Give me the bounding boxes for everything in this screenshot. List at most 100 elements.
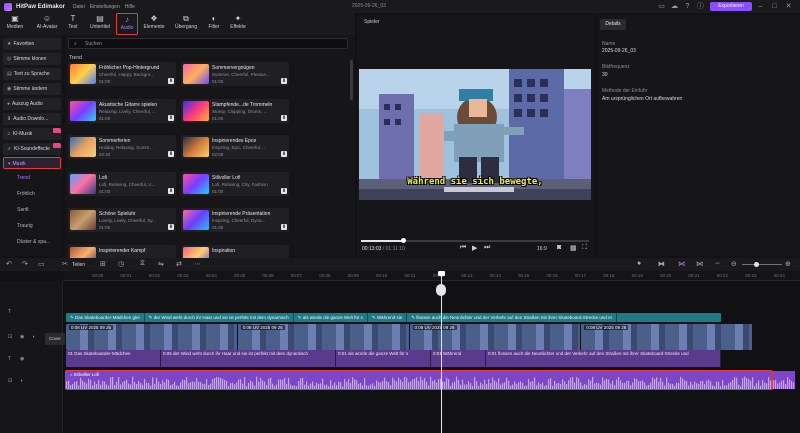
zoom-in-icon[interactable]: ⊕ <box>785 260 791 268</box>
video-preview[interactable]: Während sie sich bewegte, <box>359 69 591 200</box>
caption-clip[interactable]: 0:05 der Wind weht durch ihr Haar und si… <box>161 350 336 367</box>
subtitle-clip[interactable]: ✎ der Wind weht durch ihr Haar und sie i… <box>145 313 294 322</box>
close-icon[interactable]: ✕ <box>784 2 793 11</box>
music-category-gentle[interactable]: Sanft <box>17 207 29 213</box>
snapshot-icon[interactable]: ◙ <box>557 244 561 251</box>
download-icon[interactable]: ⬇ <box>281 78 287 84</box>
tool-ai-avatar[interactable]: ☺ AI-Avatar <box>30 13 64 35</box>
screen-icon[interactable]: ▭ <box>657 2 666 11</box>
music-card[interactable]: Sommervergnügen Summer, Cheerful, Pleasur… <box>181 62 289 86</box>
music-card[interactable]: Stampfende...de Trommeln Stomp, Clapping,… <box>181 98 289 123</box>
play-icon[interactable]: ▶ <box>472 244 477 252</box>
sidebar-item-tts[interactable]: ▤ Text zu Sprache <box>3 68 61 80</box>
music-card[interactable]: Lofi Lofi, Relaxing, Cheerful, U... 01:00 ⬇ <box>68 171 176 196</box>
next-frame-icon[interactable]: ⏭ <box>484 244 490 252</box>
music-clip-extension[interactable] <box>773 371 795 389</box>
link-icon[interactable]: ⧓ <box>658 260 665 268</box>
sidebar-item-voice-clone[interactable]: ◎ Stimme klonen <box>3 53 61 65</box>
zoom-slider[interactable] <box>742 264 782 265</box>
search-input[interactable]: ⌕ Suchen <box>68 38 348 49</box>
redo-icon[interactable]: ↷ <box>22 260 28 268</box>
download-icon[interactable]: ⬇ <box>168 224 174 230</box>
download-icon[interactable]: ⬇ <box>281 151 287 157</box>
playhead-handle[interactable] <box>436 284 446 296</box>
download-icon[interactable]: ⬇ <box>168 151 174 157</box>
snap-icon[interactable]: ⋈ <box>696 260 703 268</box>
menu-help[interactable]: Hilfe <box>125 4 135 10</box>
music-card[interactable]: Schöne Spieluhr Lovely, Lively, Cheerful,… <box>68 208 176 232</box>
sidebar-item-voice-change[interactable]: ◉ Stimme ändern <box>3 83 61 95</box>
subtitle-clip[interactable]: ✎ flossen auch die Neonlichter und der V… <box>407 313 618 322</box>
help-icon[interactable]: ? <box>683 2 692 11</box>
cover-button[interactable]: Cover <box>45 333 65 345</box>
caption-clip[interactable]: 0:01 als würde die ganze Welt für s <box>336 350 431 367</box>
caption-track[interactable]: 01 Das Skateboarder-Mädchen 0:05 der Wind… <box>66 350 721 367</box>
scrubber-handle[interactable] <box>401 238 406 243</box>
tool-subtitle[interactable]: ▤ Untertitel <box>84 13 116 35</box>
freeze-icon[interactable]: ⧖ <box>140 260 145 268</box>
music-card[interactable]: Stilvoller Lofi Lofi, Relaxing, City, Fas… <box>181 171 289 196</box>
cloud-icon[interactable]: ☁ <box>670 2 679 11</box>
download-icon[interactable]: ⬇ <box>281 224 287 230</box>
tab-details[interactable]: Details <box>600 19 626 30</box>
music-card[interactable]: Fröhlicher Pop-Hintergrund Cheerful, Happ… <box>68 62 176 86</box>
caption-track-eye-icon[interactable]: ◉ <box>20 356 24 362</box>
reverse-icon[interactable]: ⇄ <box>176 260 182 268</box>
playback-scrubber[interactable] <box>361 238 589 243</box>
music-card[interactable]: Inspirierende Präsentation Inspiring, Che… <box>181 208 289 232</box>
download-icon[interactable]: ⬇ <box>168 187 174 194</box>
zoom-slider-handle[interactable] <box>754 262 759 267</box>
download-icon[interactable]: ⬇ <box>281 187 287 194</box>
mirror-icon[interactable]: ⇋ <box>158 260 164 268</box>
download-icon[interactable]: ⬇ <box>281 114 287 121</box>
subtitle-clip[interactable]: ✎ Während sie <box>368 313 408 322</box>
aspect-ratio-select[interactable]: 16:9 <box>537 246 547 252</box>
download-icon[interactable]: ⬇ <box>168 78 174 84</box>
minimize-icon[interactable]: – <box>756 2 765 11</box>
video-clip[interactable]: 0:08 UV 2025 09 26 <box>409 324 582 350</box>
sidebar-item-music[interactable]: ▾ Musik <box>3 157 61 169</box>
subtitle-track[interactable]: ✎ Das Skateboarder-Mädchen glei ✎ der Win… <box>66 313 721 322</box>
tool-elements[interactable]: ❖ Elemente <box>140 13 168 35</box>
quality-icon[interactable]: ▦ <box>570 244 577 252</box>
music-clip[interactable]: ♪ Stilvoller Lofi <box>65 370 773 390</box>
caption-clip[interactable]: 01 Das Skateboarder-Mädchen <box>66 350 161 367</box>
speed-icon[interactable]: ◷ <box>118 260 124 268</box>
undo-icon[interactable]: ↶ <box>6 260 12 268</box>
magnet-icon[interactable]: ⋈ <box>678 260 685 268</box>
caption-clip[interactable]: 0:01 flossen auch die Neonlichter und de… <box>486 350 721 367</box>
music-track-lock-icon[interactable]: ⊡ <box>8 378 12 384</box>
music-category-trend[interactable]: Trend <box>17 175 30 181</box>
music-category-happy[interactable]: Fröhlich <box>17 191 35 197</box>
tool-filter[interactable]: ◐ Filter <box>204 13 224 35</box>
music-card[interactable]: Akustische Gitarre spielen Relaxing, Live… <box>68 98 176 123</box>
sidebar-item-ai-sound-effects[interactable]: ♬ KI-Soundeffecte <box>3 143 61 155</box>
menu-settings[interactable]: Einstellungen <box>90 4 120 10</box>
subtitle-clip[interactable]: ✎ als würde die ganze Welt für s <box>294 313 368 322</box>
tool-media[interactable]: ▣ Medien <box>2 13 28 35</box>
tool-text[interactable]: T Text <box>64 13 82 35</box>
video-track-eye-icon[interactable]: ◉ <box>20 334 24 340</box>
previous-frame-icon[interactable]: ⏮ <box>460 244 466 252</box>
sidebar-item-audio-download[interactable]: ⬇ Audio Downlo... <box>3 113 61 125</box>
fit-icon[interactable]: ⇔ <box>714 260 721 267</box>
music-category-sad[interactable]: Traurig <box>17 223 33 229</box>
music-card[interactable]: Sommerferien Holiday, Relaxing, Summ... 02… <box>68 135 176 159</box>
delete-icon[interactable]: ▭ <box>38 260 45 268</box>
zoom-out-icon[interactable]: ⊖ <box>731 260 737 268</box>
info-icon[interactable]: ⓘ <box>696 2 705 11</box>
split-label[interactable]: Teilen <box>72 262 85 268</box>
music-category-dark[interactable]: Düster & spa... <box>17 239 50 245</box>
timeline-ruler[interactable]: 00:00 00:01 00:02 00:03 00:04 00:05 00:06 00:07… <box>63 271 800 281</box>
music-card[interactable]: Inspirierendes Epos Inspiring, Epic, Chee… <box>181 135 289 159</box>
video-track[interactable]: 0:08 UV 2025 09 26 0:08 UV 2025 09 26 0:08… <box>66 324 753 350</box>
menu-file[interactable]: Datei <box>73 4 85 10</box>
download-icon[interactable]: ⬇ <box>168 114 174 121</box>
video-clip[interactable]: 0:08 UV 2025 09 26 <box>581 324 753 350</box>
music-track-volume-icon[interactable]: ◖ <box>20 378 23 384</box>
video-clip[interactable]: 0:08 UV 2025 09 26 <box>66 324 238 350</box>
sidebar-item-extract-audio[interactable]: ● Auszug Audio <box>3 98 61 110</box>
split-icon[interactable]: ✂ <box>62 260 68 268</box>
video-clip[interactable]: 0:08 UV 2025 09 26 <box>237 324 410 350</box>
video-track-volume-icon[interactable]: ◖ <box>32 334 35 340</box>
